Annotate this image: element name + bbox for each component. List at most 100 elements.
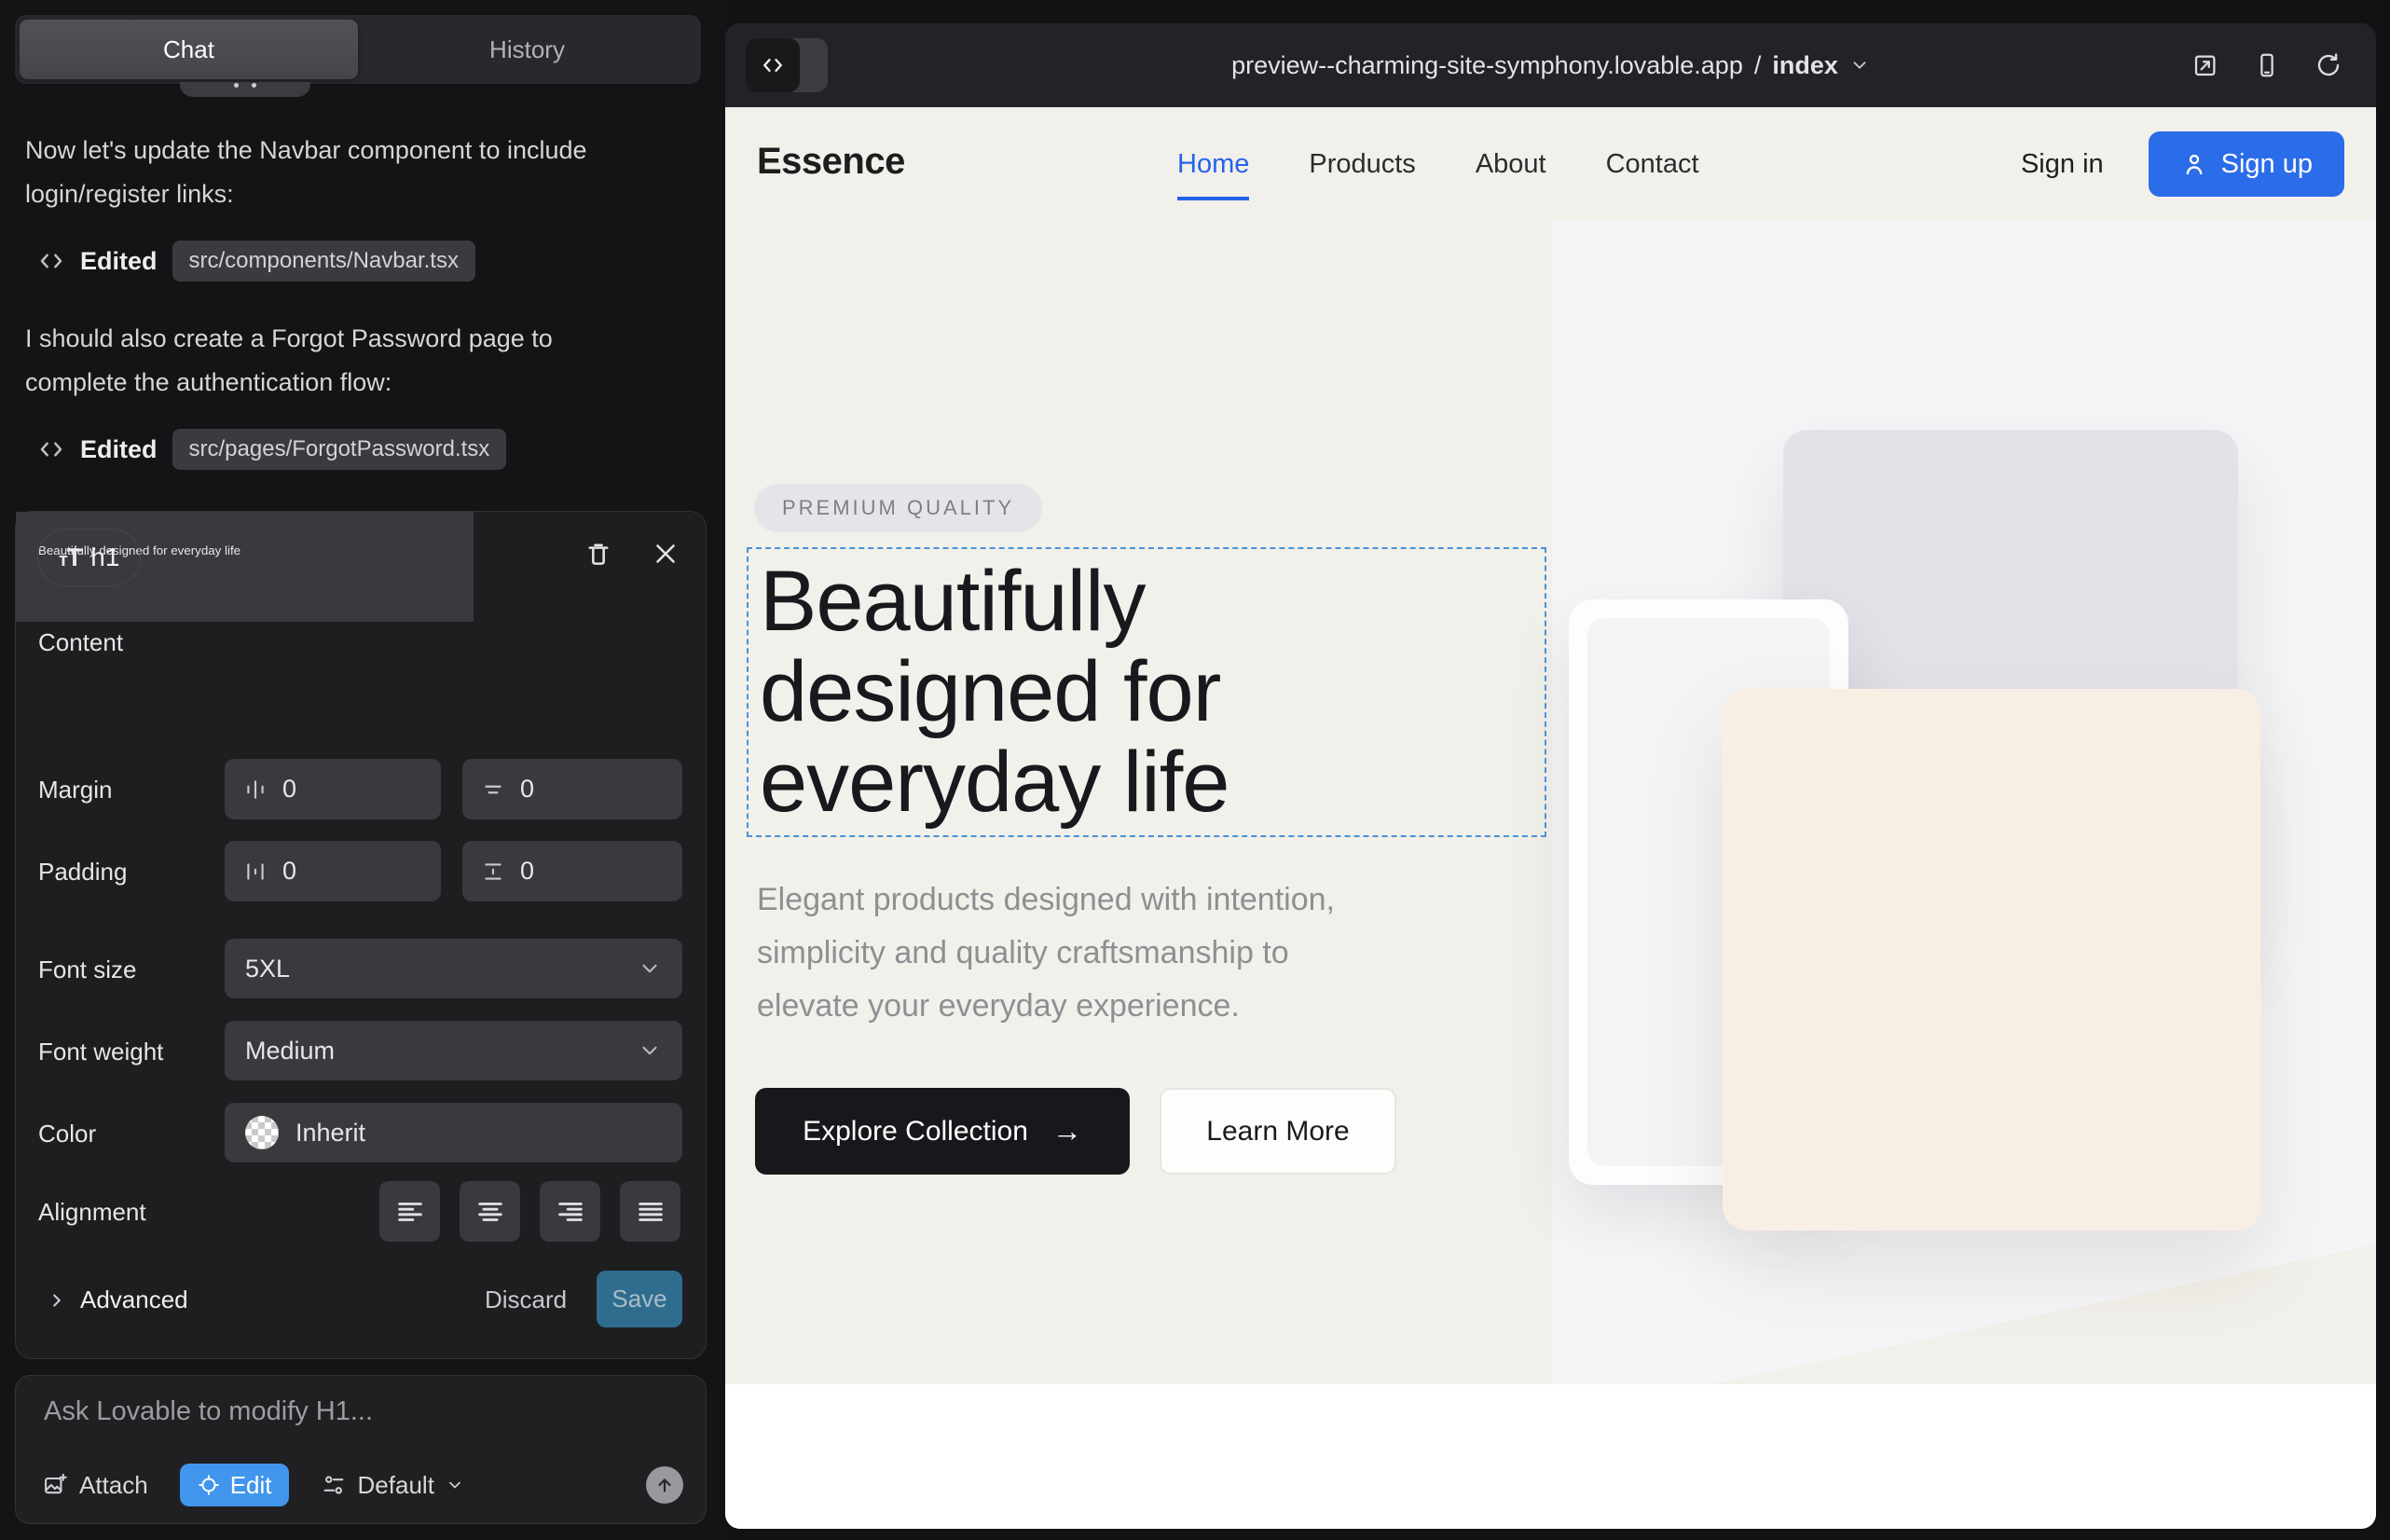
close-panel-icon[interactable]	[650, 538, 681, 570]
sign-up-label: Sign up	[2221, 149, 2313, 180]
site-nav-links: Home Products About Contact	[1177, 107, 1699, 221]
margin-x-input[interactable]	[282, 775, 422, 804]
nav-link-products[interactable]: Products	[1309, 149, 1415, 180]
align-left-icon	[394, 1196, 426, 1228]
url-separator: /	[1754, 51, 1762, 80]
padding-label: Padding	[38, 858, 127, 887]
edit-mode-button[interactable]: Edit	[180, 1464, 289, 1506]
edit-label: Edit	[230, 1471, 272, 1500]
chat-message: Now let's update the Navbar component to…	[25, 129, 640, 216]
font-size-label: Font size	[38, 956, 137, 984]
nav-link-contact[interactable]: Contact	[1606, 149, 1699, 180]
preview-window: preview--charming-site-symphony.lovable.…	[725, 23, 2376, 1529]
attach-image-icon	[42, 1472, 68, 1498]
learn-more-button[interactable]: Learn More	[1160, 1088, 1396, 1175]
advanced-label: Advanced	[80, 1286, 188, 1314]
site-navbar: Essence Home Products About Contact Sign…	[725, 107, 2376, 221]
site-nav-actions: Sign in Sign up	[2021, 107, 2344, 221]
mode-select[interactable]: Default	[321, 1471, 464, 1500]
sidebar: Chat History Now let's update the Navbar…	[0, 0, 726, 1540]
align-center-icon	[474, 1196, 506, 1228]
padding-y-field[interactable]	[462, 841, 682, 901]
mode-label: Default	[358, 1471, 434, 1500]
scrolled-chip-partial	[180, 82, 310, 97]
save-button[interactable]: Save	[597, 1271, 682, 1327]
advanced-toggle[interactable]: Advanced	[47, 1286, 188, 1314]
edited-file-row[interactable]: Edited src/pages/ForgotPassword.tsx	[37, 429, 506, 470]
target-icon	[197, 1473, 221, 1497]
align-right-icon	[555, 1196, 586, 1228]
send-button[interactable]	[646, 1466, 683, 1504]
attach-label: Attach	[79, 1471, 148, 1500]
align-justify-icon	[635, 1196, 666, 1228]
align-left-button[interactable]	[379, 1181, 440, 1242]
margin-x-icon	[243, 777, 268, 802]
align-right-button[interactable]	[540, 1181, 600, 1242]
edited-label: Edited	[80, 435, 158, 464]
hero-cta-row: Explore Collection → Learn More	[755, 1088, 1396, 1175]
chevron-down-icon	[638, 1038, 662, 1063]
sign-up-button[interactable]: Sign up	[2149, 131, 2344, 197]
discard-button[interactable]: Discard	[485, 1286, 567, 1314]
hero-paragraph: Elegant products designed with intention…	[757, 873, 1335, 1033]
nav-link-about[interactable]: About	[1476, 149, 1546, 180]
app-root: Chat History Now let's update the Navbar…	[0, 0, 2390, 1540]
file-chip[interactable]: src/pages/ForgotPassword.tsx	[172, 429, 507, 470]
explore-collection-button[interactable]: Explore Collection →	[755, 1088, 1130, 1175]
padding-x-input[interactable]	[282, 857, 422, 886]
color-swatch-transparent	[245, 1116, 279, 1149]
element-editor-panel: тT h1 Content Beautifully designed for e…	[15, 511, 707, 1359]
code-preview-toggle[interactable]	[746, 38, 828, 92]
edited-file-row[interactable]: Edited src/components/Navbar.tsx	[37, 241, 475, 282]
sign-in-link[interactable]: Sign in	[2021, 149, 2104, 180]
align-center-button[interactable]	[460, 1181, 520, 1242]
tab-chat[interactable]: Chat	[20, 20, 358, 79]
selected-h1-outline[interactable]: Beautifully designed for everyday life	[747, 547, 1546, 837]
element-tag-name: h1	[90, 543, 119, 572]
font-weight-value: Medium	[245, 1037, 335, 1066]
hero-heading: Beautifully designed for everyday life	[760, 557, 1229, 828]
url-bar[interactable]: preview--charming-site-symphony.lovable.…	[725, 23, 2376, 107]
font-weight-select[interactable]: Medium	[225, 1021, 682, 1080]
composer-input[interactable]	[44, 1396, 678, 1427]
chevron-right-icon	[47, 1290, 67, 1311]
font-size-select[interactable]: 5XL	[225, 939, 682, 998]
open-external-icon[interactable]	[2191, 51, 2219, 79]
code-icon	[37, 247, 65, 275]
site-logo[interactable]: Essence	[757, 141, 905, 183]
padding-y-icon	[481, 859, 505, 884]
code-icon	[37, 435, 65, 463]
padding-x-icon	[243, 859, 268, 884]
chat-composer: Attach Edit Default	[15, 1375, 707, 1524]
text-type-icon: тT	[59, 543, 81, 572]
user-icon	[2180, 150, 2208, 178]
margin-y-input[interactable]	[520, 775, 664, 804]
nav-link-home[interactable]: Home	[1177, 149, 1249, 180]
padding-x-field[interactable]	[225, 841, 441, 901]
hero-right-panel	[1552, 221, 2376, 1384]
code-toggle-segment[interactable]	[746, 38, 800, 92]
site-lower-section	[725, 1384, 2376, 1529]
decorative-wedge	[1710, 1244, 2376, 1384]
color-select[interactable]: Inherit	[225, 1103, 682, 1162]
hero-section: PREMIUM QUALITY Beautifully designed for…	[725, 221, 2376, 1384]
browser-chrome: preview--charming-site-symphony.lovable.…	[725, 23, 2376, 107]
padding-y-input[interactable]	[520, 857, 664, 886]
explore-collection-label: Explore Collection	[803, 1116, 1028, 1148]
delete-element-icon[interactable]	[583, 538, 614, 570]
element-tag-badge[interactable]: тT h1	[37, 529, 141, 586]
alignment-label: Alignment	[38, 1198, 146, 1227]
color-label: Color	[38, 1120, 96, 1148]
edited-label: Edited	[80, 247, 158, 276]
chrome-actions	[2191, 23, 2342, 107]
mobile-view-icon[interactable]	[2253, 51, 2281, 79]
url-text: preview--charming-site-symphony.lovable.…	[1231, 51, 1743, 80]
attach-button[interactable]: Attach	[42, 1471, 148, 1500]
align-justify-button[interactable]	[620, 1181, 680, 1242]
tab-history[interactable]: History	[358, 20, 696, 79]
hero-badge: PREMIUM QUALITY	[754, 484, 1042, 532]
margin-x-field[interactable]	[225, 759, 441, 819]
refresh-icon[interactable]	[2314, 51, 2342, 79]
margin-y-field[interactable]	[462, 759, 682, 819]
file-chip[interactable]: src/components/Navbar.tsx	[172, 241, 475, 282]
